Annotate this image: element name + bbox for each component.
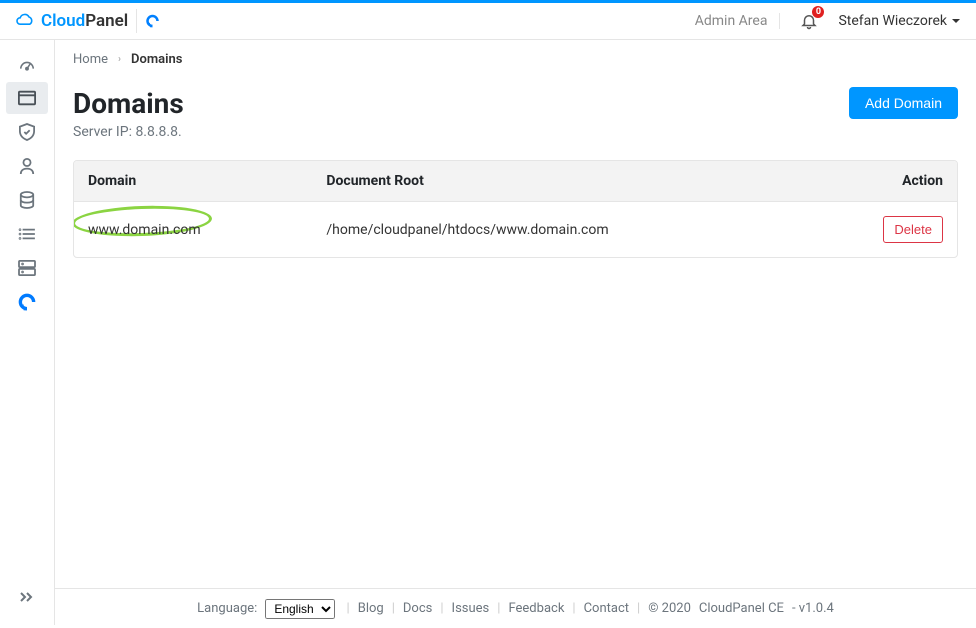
sidebar-databases[interactable] (6, 184, 48, 216)
digitalocean-icon[interactable] (136, 9, 160, 33)
th-domain: Domain (74, 161, 312, 202)
cell-docroot: /home/cloudpanel/htdocs/www.domain.com (312, 202, 851, 258)
notification-badge: 0 (812, 6, 824, 18)
notifications-button[interactable]: 0 (800, 12, 818, 30)
language-select[interactable]: English (265, 599, 335, 619)
user-name-label: Stefan Wieczorek (838, 13, 947, 29)
admin-area-link[interactable]: Admin Area (695, 13, 781, 29)
footer-blog-link[interactable]: Blog (358, 601, 384, 616)
page-header: Domains Server IP: 8.8.8.8. Add Domain (73, 87, 958, 140)
add-domain-button[interactable]: Add Domain (849, 87, 958, 119)
breadcrumb: Home › Domains (73, 52, 958, 67)
chevron-down-icon (951, 16, 961, 26)
breadcrumb-home[interactable]: Home (73, 52, 108, 67)
sidebar (0, 40, 55, 625)
th-action: Action (851, 161, 957, 202)
table-row: www.domain.com /home/cloudpanel/htdocs/w… (74, 202, 957, 258)
sidebar-cron[interactable] (6, 218, 48, 250)
footer: Language: English | Blog | Docs | Issues… (55, 588, 976, 628)
user-menu[interactable]: Stefan Wieczorek (838, 13, 961, 29)
footer-version: - v1.0.4 (792, 601, 834, 616)
logo-text-cloud: Cloud (41, 11, 85, 31)
page-title: Domains (73, 87, 184, 120)
sidebar-domains[interactable] (6, 82, 48, 114)
layout: Home › Domains Domains Server IP: 8.8.8.… (0, 40, 976, 625)
footer-product-link[interactable]: CloudPanel CE (699, 601, 784, 616)
footer-contact-link[interactable]: Contact (584, 601, 629, 616)
header-left: CloudPanel (15, 9, 160, 33)
cloud-icon (15, 13, 35, 29)
top-header: CloudPanel Admin Area 0 Stefan Wieczorek (0, 3, 976, 40)
domains-table: Domain Document Root Action www.domain.c… (73, 160, 958, 258)
sidebar-dashboard[interactable] (6, 48, 48, 80)
domain-link[interactable]: www.domain.com (88, 222, 201, 238)
table-header-row: Domain Document Root Action (74, 161, 957, 202)
cell-action: Delete (851, 202, 957, 258)
sidebar-security[interactable] (6, 116, 48, 148)
footer-copyright: © 2020 (648, 601, 691, 616)
sidebar-users[interactable] (6, 150, 48, 182)
server-ip-label: Server IP: 8.8.8.8. (73, 124, 184, 140)
breadcrumb-separator: › (118, 54, 121, 65)
th-docroot: Document Root (312, 161, 851, 202)
sidebar-expand-button[interactable] (6, 579, 48, 615)
delete-button[interactable]: Delete (883, 216, 943, 243)
sidebar-digitalocean[interactable] (6, 286, 48, 318)
header-right: Admin Area 0 Stefan Wieczorek (695, 12, 961, 30)
language-label: Language: (197, 601, 257, 616)
main-content: Home › Domains Domains Server IP: 8.8.8.… (55, 40, 976, 625)
footer-docs-link[interactable]: Docs (403, 601, 432, 616)
logo-text-panel: Panel (85, 11, 128, 31)
cell-domain: www.domain.com (74, 202, 312, 258)
footer-issues-link[interactable]: Issues (452, 601, 490, 616)
logo[interactable]: CloudPanel (15, 11, 128, 31)
breadcrumb-current: Domains (131, 52, 182, 67)
footer-feedback-link[interactable]: Feedback (508, 601, 564, 616)
sidebar-services[interactable] (6, 252, 48, 284)
